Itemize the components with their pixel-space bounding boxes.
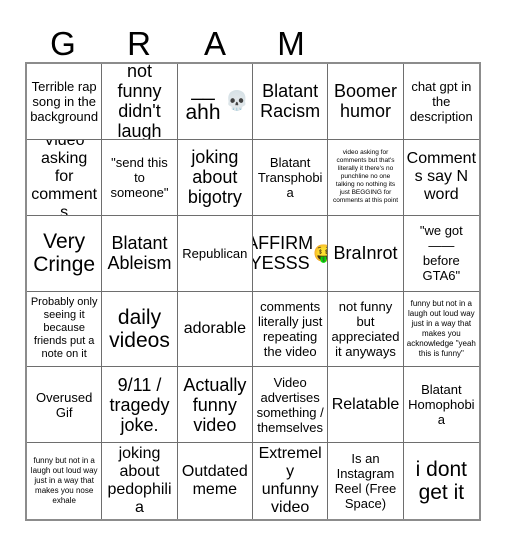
bingo-cell-label: Comments say N word <box>406 150 477 204</box>
bingo-cell-r5c4[interactable]: Video advertises something / themselves <box>253 367 329 444</box>
bingo-cell-label: Republican <box>182 245 248 261</box>
bingo-cell-r2c5[interactable]: video asking for comments but that's lit… <box>328 139 404 216</box>
bingo-cell-r5c2[interactable]: 9/11 / tragedy joke. <box>102 367 178 444</box>
bingo-cell-r4c1[interactable]: Probably only seeing it because friends … <box>27 291 103 368</box>
bingo-cell-label: AFFIRM YESSS <box>253 233 314 274</box>
bingo-cell-r4c6[interactable]: funny but not in a laugh out loud way ju… <box>403 291 479 368</box>
bingo-cell-label: funny but not in a laugh out loud way ju… <box>30 456 98 506</box>
bingo-cell-r3c5[interactable]: BraInrot <box>328 215 404 292</box>
bingo-cell-r2c1[interactable]: Video asking for comments <box>27 139 103 216</box>
bingo-cell-r5c3[interactable]: Actually funny video <box>177 367 253 444</box>
bingo-cell-label: chat gpt in the description <box>409 78 473 124</box>
bingo-cell-r3c2[interactable]: Blatant Ableism <box>102 215 178 292</box>
bingo-cell-label: Very Cringe <box>33 230 96 277</box>
bingo-cell-r5c1[interactable]: Overused Gif <box>27 367 103 444</box>
bingo-cell-r1c5[interactable]: Boomer humor <box>328 64 404 140</box>
bingo-cell-r3c3[interactable]: Republican <box>177 215 253 292</box>
bingo-cell-label: Blatant Ableism <box>107 233 172 274</box>
bingo-grid: Terrible rap song in the background not f… <box>25 62 481 521</box>
bingo-card: G R A M Terrible rap song in the background… <box>0 0 506 544</box>
bingo-cell-label: Blatant Transphobia <box>257 154 323 200</box>
bingo-cell-r4c5[interactable]: not funny but appreciated it anyways <box>328 291 404 368</box>
bingo-cell-label: Is an Instagram Reel (Free Space) <box>334 451 397 512</box>
bingo-cell-r5c5[interactable]: Relatable <box>328 367 404 444</box>
bingo-header-letter-4: M <box>277 25 305 62</box>
bingo-cell-r1c4[interactable]: Blatant Racism <box>253 64 329 140</box>
bingo-cell-r1c3[interactable]: __ ahh 💀 <box>177 64 253 140</box>
bingo-cell-label: Boomer humor <box>333 81 397 122</box>
bingo-cell-label: funny but not in a laugh out loud way ju… <box>406 298 476 358</box>
bingo-cell-label: Video asking for comments <box>31 139 98 216</box>
bingo-cell-label: Blatant Homophobia <box>408 382 475 428</box>
money-mouth-face-icon: 🤑 <box>313 244 327 263</box>
bingo-cell-r3c1[interactable]: Very Cringe <box>27 215 103 292</box>
bingo-cell-label: adorable <box>183 319 246 337</box>
bingo-cell-label: i dont get it <box>415 458 468 505</box>
bingo-cell-r5c6[interactable]: Blatant Homophobia <box>403 367 479 444</box>
bingo-cell-label: Blatant Racism <box>260 81 321 122</box>
bingo-cell-label: Actually funny video <box>183 374 247 435</box>
bingo-cell-label: not funny didn't laugh <box>117 64 162 140</box>
bingo-cell-r3c4[interactable]: AFFIRM YESSS🤑 <box>253 215 329 292</box>
bingo-header-letters: GRAM <box>25 14 481 62</box>
bingo-cell-label: Probably only seeing it because friends … <box>30 296 98 361</box>
bingo-cell-label: BraInrot <box>333 243 398 264</box>
bingo-cell-label: "we got —— before GTA6" <box>419 223 463 284</box>
bingo-cell-r6c1[interactable]: funny but not in a laugh out loud way ju… <box>27 443 103 519</box>
bingo-cell-r1c1[interactable]: Terrible rap song in the background <box>27 64 103 140</box>
bingo-cell-label: joking about bigotry <box>187 147 242 208</box>
bingo-header-letter-3: A <box>203 25 226 62</box>
bingo-cell-label: Video advertises something / themselves <box>256 374 324 435</box>
bingo-cell-r6c5[interactable]: Is an Instagram Reel (Free Space) <box>328 443 404 519</box>
bingo-cell-r6c4[interactable]: Extremely unfunny video <box>253 443 329 519</box>
bingo-cell-r6c6[interactable]: i dont get it <box>403 443 479 519</box>
bingo-cell-label: not funny but appreciated it anyways <box>331 298 400 359</box>
bingo-cell-r3c6[interactable]: "we got —— before GTA6" <box>403 215 479 292</box>
bingo-cell-r1c6[interactable]: chat gpt in the description <box>403 64 479 140</box>
bingo-cell-r4c2[interactable]: daily videos <box>102 291 178 368</box>
bingo-cell-label: daily videos <box>109 305 170 352</box>
bingo-cell-r6c3[interactable]: Outdated meme <box>177 443 253 519</box>
bingo-header-letter-2: R <box>127 25 151 62</box>
bingo-cell-label: Overused Gif <box>35 389 93 420</box>
bingo-header-letter-1: G <box>50 25 76 62</box>
bingo-cell-label: 9/11 / tragedy joke. <box>109 374 170 435</box>
bingo-cell-label: Outdated meme <box>181 463 248 499</box>
bingo-cell-label: Relatable <box>331 395 400 413</box>
bingo-cell-r4c4[interactable]: comments literally just repeating the vi… <box>253 291 329 368</box>
bingo-cell-r2c4[interactable]: Blatant Transphobia <box>253 139 329 216</box>
bingo-cell-label: Terrible rap song in the background <box>30 78 99 124</box>
bingo-cell-r2c6[interactable]: Comments say N word <box>403 139 479 216</box>
bingo-cell-r6c2[interactable]: joking about pedophilia <box>102 443 178 519</box>
bingo-cell-label: Extremely unfunny video <box>258 445 322 517</box>
bingo-cell-label: video asking for comments but that's lit… <box>332 149 398 205</box>
bingo-cell-label: joking about pedophilia <box>107 445 172 517</box>
bingo-cell-r2c3[interactable]: joking about bigotry <box>177 139 253 216</box>
bingo-cell-label: comments literally just repeating the vi… <box>258 298 323 359</box>
bingo-cell-r2c2[interactable]: "send this to someone" <box>102 139 178 216</box>
bingo-cell-label: "send this to someone" <box>110 154 169 200</box>
bingo-cell-label: __ ahh <box>185 78 221 125</box>
bingo-cell-r1c2[interactable]: not funny didn't laugh <box>102 64 178 140</box>
skull-icon: 💀 <box>225 91 249 113</box>
bingo-cell-r4c3[interactable]: adorable <box>177 291 253 368</box>
